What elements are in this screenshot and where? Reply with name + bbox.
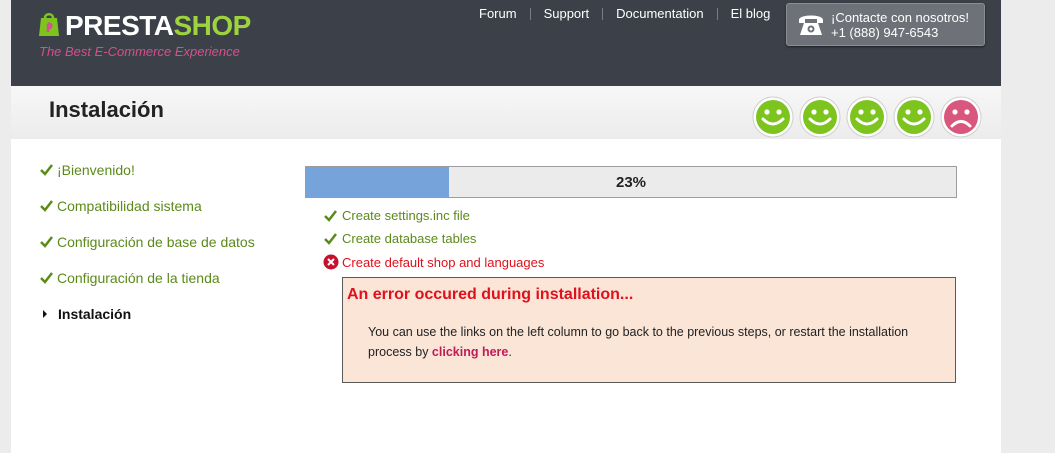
top-navigation: Forum Support Documentation El blog bbox=[466, 6, 783, 21]
step-shop-configuration[interactable]: Configuración de la tienda bbox=[40, 270, 220, 286]
restart-installation-link[interactable]: clicking here bbox=[432, 345, 508, 359]
happy-smiley-icon[interactable] bbox=[846, 96, 888, 138]
telephone-icon bbox=[799, 15, 823, 35]
happy-smiley-icon[interactable] bbox=[893, 96, 935, 138]
task-label: Create database tables bbox=[342, 231, 477, 246]
task-item: Create database tables bbox=[324, 231, 476, 246]
contact-phone: +1 (888) 947-6543 bbox=[831, 25, 939, 40]
step-label: Compatibilidad sistema bbox=[57, 198, 202, 214]
shopping-bag-icon bbox=[39, 13, 59, 36]
checkmark-icon bbox=[324, 232, 337, 245]
task-label: Create default shop and languages bbox=[342, 254, 545, 270]
step-label: Configuración de la tienda bbox=[57, 270, 220, 286]
task-label: Create settings.inc file bbox=[342, 208, 470, 223]
sad-smiley-icon[interactable] bbox=[940, 96, 982, 138]
checkmark-icon bbox=[40, 236, 53, 248]
logo-wordmark: PRESTASHOP bbox=[65, 10, 251, 41]
step-system-compatibility[interactable]: Compatibilidad sistema bbox=[40, 198, 202, 214]
logo-tagline: The Best E-Commerce Experience bbox=[39, 44, 240, 59]
error-message-end: . bbox=[508, 345, 512, 359]
header-bar: PRESTASHOP The Best E-Commerce Experienc… bbox=[11, 0, 1001, 86]
checkmark-icon bbox=[40, 200, 53, 212]
contact-button[interactable]: ¡Contacte con nosotros! +1 (888) 947-654… bbox=[786, 3, 985, 46]
nav-documentation-link[interactable]: Documentation bbox=[603, 6, 716, 21]
step-database-configuration[interactable]: Configuración de base de datos bbox=[40, 234, 255, 250]
page: PRESTASHOP The Best E-Commerce Experienc… bbox=[11, 0, 1001, 453]
step-welcome[interactable]: ¡Bienvenido! bbox=[40, 162, 135, 178]
error-x-icon bbox=[323, 254, 339, 270]
task-item: Create settings.inc file bbox=[324, 208, 470, 223]
step-label: ¡Bienvenido! bbox=[57, 162, 135, 178]
checkmark-icon bbox=[324, 209, 337, 222]
error-message-box: An error occured during installation... … bbox=[342, 277, 956, 383]
step-installation: Instalación bbox=[40, 306, 131, 322]
nav-blog-link[interactable]: El blog bbox=[718, 6, 784, 21]
happy-smiley-icon[interactable] bbox=[752, 96, 794, 138]
step-label: Configuración de base de datos bbox=[57, 234, 255, 250]
nav-forum-link[interactable]: Forum bbox=[466, 6, 530, 21]
checkmark-icon bbox=[40, 272, 53, 284]
page-title: Instalación bbox=[49, 97, 164, 122]
title-bar: Instalación bbox=[11, 86, 1001, 139]
current-step-arrow-icon bbox=[43, 310, 47, 318]
nav-support-link[interactable]: Support bbox=[531, 6, 603, 21]
error-message: You can use the links on the left column… bbox=[368, 322, 938, 362]
checkmark-icon bbox=[40, 164, 53, 176]
progress-percent: 23% bbox=[615, 174, 647, 191]
step-label: Instalación bbox=[58, 306, 132, 322]
task-item-error: Create default shop and languages bbox=[323, 254, 545, 270]
happy-smiley-icon[interactable] bbox=[799, 96, 841, 138]
error-title: An error occured during installation... bbox=[347, 286, 634, 303]
contact-label: ¡Contacte con nosotros! bbox=[831, 10, 970, 25]
installation-progress-bar: 23% bbox=[305, 166, 957, 198]
